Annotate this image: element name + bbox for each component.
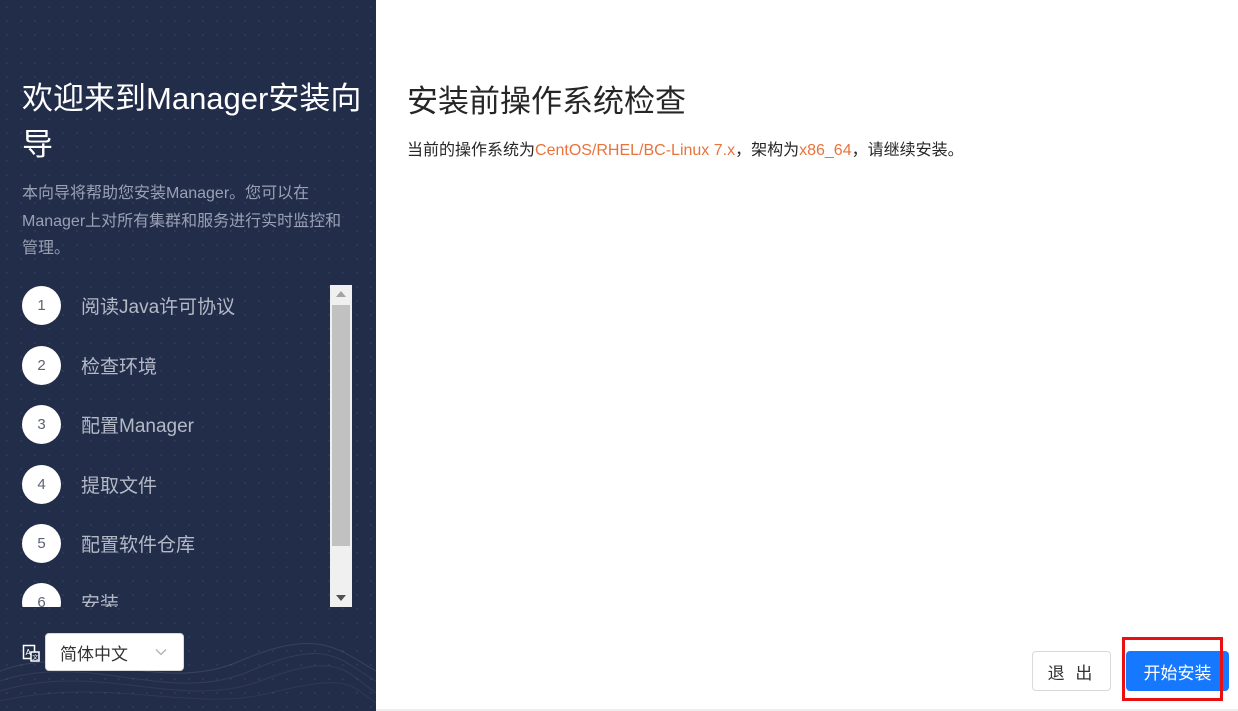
step-number: 1 <box>22 285 61 325</box>
step-item-4[interactable]: 4 提取文件 <box>22 464 322 504</box>
page-title: 安装前操作系统检查 <box>407 84 686 119</box>
chevron-down-icon <box>155 649 167 656</box>
step-number: 5 <box>22 523 61 563</box>
arch-name: x86_64 <box>799 142 852 159</box>
language-selected-value: 简体中文 <box>60 644 128 664</box>
step-label: 检查环境 <box>81 356 158 378</box>
language-select[interactable]: 简体中文 <box>45 633 184 671</box>
step-item-3[interactable]: 3 配置Manager <box>22 404 322 444</box>
welcome-title: 欢迎来到Manager安装向导 <box>22 81 362 162</box>
step-item-6[interactable]: 6 安装 <box>22 582 322 607</box>
step-item-5[interactable]: 5 配置软件仓库 <box>22 523 322 563</box>
scroll-down-arrow-icon[interactable] <box>330 589 352 607</box>
step-label: 配置软件仓库 <box>81 534 196 556</box>
step-number: 6 <box>22 582 61 607</box>
step-item-1[interactable]: 1 阅读Java许可协议 <box>22 285 322 325</box>
step-label: 配置Manager <box>81 415 194 437</box>
sidebar: 欢迎来到Manager安装向导 本向导将帮助您安装Manager。您可以在Man… <box>0 0 376 711</box>
steps-list: 1 阅读Java许可协议 2 检查环境 3 配置Manager 4 提取文件 5… <box>22 285 352 607</box>
os-name: CentOS/RHEL/BC-Linux 7.x <box>535 142 736 159</box>
step-item-2[interactable]: 2 检查环境 <box>22 345 322 385</box>
step-label: 提取文件 <box>81 475 158 497</box>
step-number: 2 <box>22 345 61 385</box>
svg-text:文: 文 <box>32 653 38 661</box>
step-number: 4 <box>22 464 61 504</box>
os-check-prefix: 当前的操作系统为 <box>407 142 536 159</box>
step-number: 3 <box>22 404 61 444</box>
os-check-middle: ，架构为 <box>735 142 800 159</box>
exit-button[interactable]: 退 出 <box>1032 651 1111 691</box>
language-icon: A 文 <box>22 644 40 662</box>
welcome-description: 本向导将帮助您安装Manager。您可以在Manager上对所有集群和服务进行实… <box>22 185 342 257</box>
scroll-up-arrow-icon[interactable] <box>330 285 352 303</box>
step-label: 安装 <box>81 593 120 608</box>
os-check-result: 当前的操作系统为CentOS/RHEL/BC-Linux 7.x，架构为x86_… <box>407 136 964 160</box>
scrollbar-thumb[interactable] <box>332 305 350 546</box>
step-label: 阅读Java许可协议 <box>81 296 236 318</box>
steps-scrollbar[interactable] <box>330 285 352 607</box>
os-check-suffix: ，请继续安装。 <box>851 142 964 159</box>
start-install-button[interactable]: 开始安装 <box>1126 651 1229 691</box>
